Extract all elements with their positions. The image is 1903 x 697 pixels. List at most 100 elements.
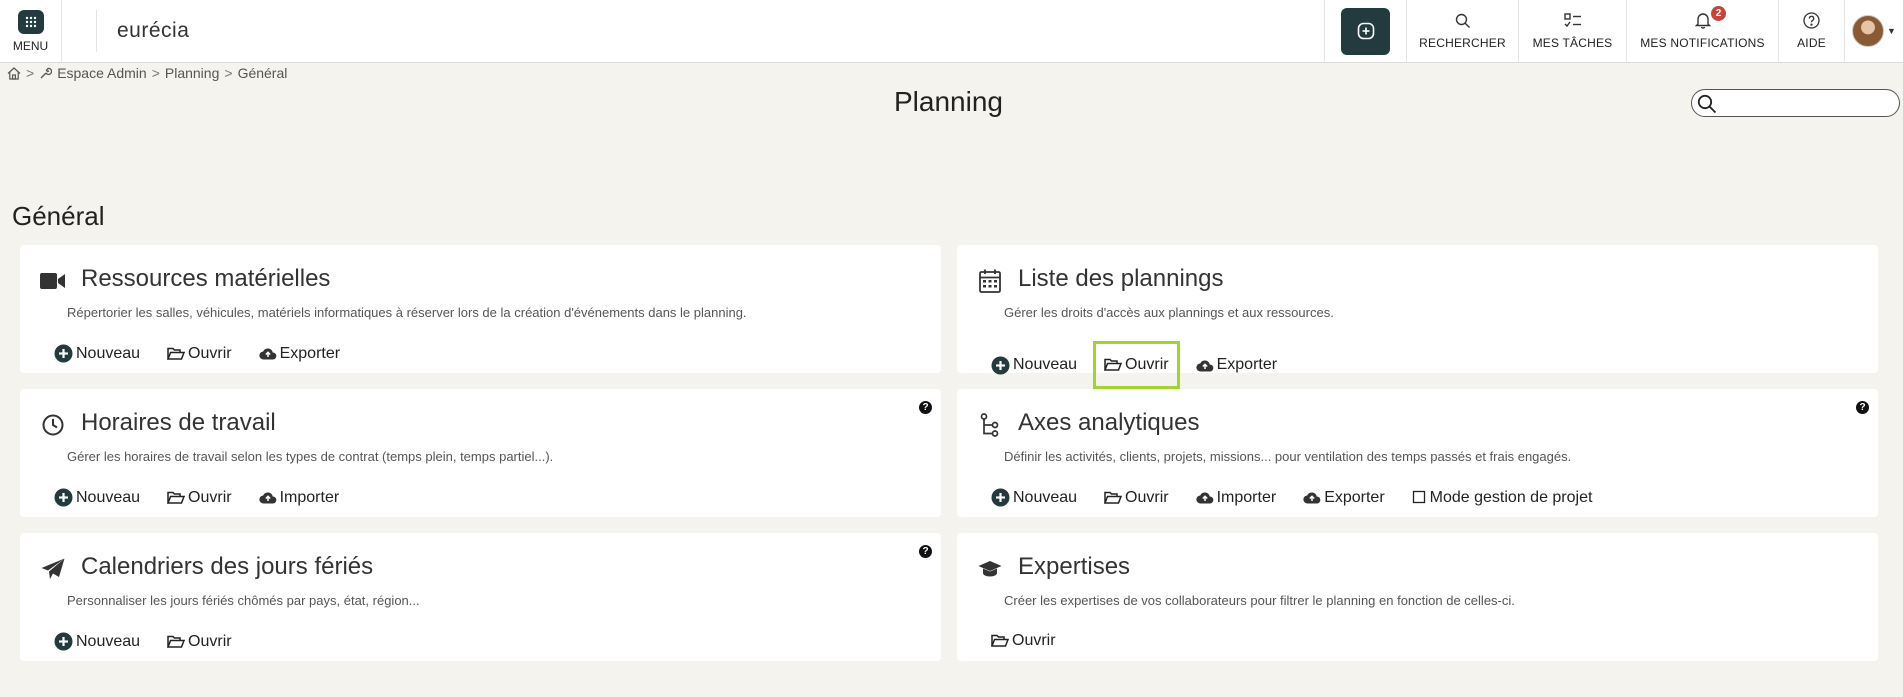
action-label: Nouveau (76, 344, 141, 362)
notifications-nav-button[interactable]: 2 MES NOTIFICATIONS (1627, 0, 1779, 62)
caret-down-icon: ▼ (1887, 26, 1896, 36)
section-title: Général (12, 201, 105, 231)
divider (62, 10, 97, 52)
plus-circle-icon (54, 632, 73, 651)
bell-icon (1694, 13, 1711, 29)
card-title[interactable]: Ressources matérielles (81, 265, 330, 293)
action-label: Importer (279, 488, 340, 506)
nouveau-button[interactable]: Nouveau (991, 488, 1077, 507)
action-label: Ouvrir (1012, 632, 1056, 649)
menu-label: MENU (12, 38, 49, 53)
help-icon[interactable]: ? (919, 401, 932, 414)
card-title[interactable]: Expertises (1018, 553, 1130, 581)
search-icon (1697, 94, 1717, 114)
card-description: Répertorier les salles, véhicules, matér… (67, 305, 747, 320)
card-calendriers-jours-feries: Calendriers des jours fériés ? Personnal… (20, 533, 941, 661)
action-label: Importer (1216, 488, 1277, 506)
help-icon[interactable]: ? (919, 545, 932, 558)
clock-icon (40, 412, 66, 438)
home-icon[interactable] (7, 66, 21, 80)
top-right-toolbar: RECHERCHER MES TÂCHES 2 MES NOTIFICATION… (1324, 0, 1903, 62)
action-label: Nouveau (76, 632, 141, 650)
ouvrir-button[interactable]: Ouvrir (167, 489, 232, 507)
card-axes-analytiques: Axes analytiques ? Définir les activités… (957, 389, 1878, 517)
ouvrir-button[interactable]: Ouvrir (1104, 489, 1169, 507)
nouveau-button[interactable]: Nouveau (54, 632, 140, 651)
page-search (1691, 89, 1900, 117)
brand-logo[interactable]: eurécia (97, 0, 189, 62)
help-nav-label: AIDE (1797, 36, 1826, 50)
nouveau-button[interactable]: Nouveau (991, 356, 1077, 375)
ouvrir-button[interactable]: Ouvrir (991, 632, 1056, 650)
search-icon (1455, 13, 1470, 28)
folder-open-icon (167, 491, 186, 504)
cloud-upload-icon (258, 348, 276, 360)
plus-circle-icon (991, 488, 1010, 507)
card-description: Gérer les horaires de travail selon les … (67, 449, 554, 464)
card-expertises: Expertises Créer les expertises de vos c… (957, 533, 1878, 661)
nouveau-button[interactable]: Nouveau (54, 344, 140, 363)
avatar (1852, 15, 1885, 47)
breadcrumb-separator: > (26, 65, 35, 81)
ouvrir-button[interactable]: Ouvrir (167, 633, 232, 651)
tasks-nav-label: MES TÂCHES (1532, 35, 1613, 50)
breadcrumb-current: Général (237, 65, 288, 81)
folder-open-icon (167, 347, 186, 360)
plus-circle-icon (991, 356, 1010, 374)
ouvrir-button[interactable]: Ouvrir (1093, 341, 1180, 389)
menu-button[interactable]: MENU (0, 0, 62, 62)
grid-icon (17, 9, 44, 34)
wrench-icon (40, 67, 53, 78)
importer-button[interactable]: Importer (258, 488, 340, 507)
notifications-nav-label: MES NOTIFICATIONS (1640, 36, 1765, 50)
card-description: Définir les activités, clients, projets,… (1004, 449, 1572, 464)
paper-plane-icon (40, 556, 66, 582)
folder-open-icon (1104, 491, 1123, 504)
card-horaires-de-travail: Horaires de travail ? Gérer les horaires… (20, 389, 941, 517)
breadcrumb-separator: > (151, 65, 160, 81)
card-description: Gérer les droits d'accès aux plannings e… (1004, 305, 1334, 320)
folder-open-icon (1104, 358, 1123, 371)
folder-open-icon (991, 634, 1009, 647)
folder-open-icon (167, 635, 186, 648)
page-title: Planning (894, 86, 1003, 117)
breadcrumb-separator: > (224, 65, 233, 81)
add-button[interactable] (1341, 7, 1390, 55)
action-label: Ouvrir (1125, 488, 1169, 506)
breadcrumb-planning-link[interactable]: Planning (165, 65, 220, 81)
notifications-count-badge: 2 (1711, 6, 1726, 21)
top-bar: MENU eurécia RECHERCHER MES TÂCHES 2 MES… (0, 0, 1903, 63)
action-label: Nouveau (1013, 488, 1078, 506)
plus-circle-icon (54, 488, 73, 507)
action-label: Nouveau (1013, 356, 1078, 373)
card-description: Personnaliser les jours fériés chômés pa… (67, 593, 420, 608)
exporter-button[interactable]: Exporter (1303, 489, 1385, 507)
exporter-button[interactable]: Exporter (1195, 356, 1278, 374)
checklist-icon (1563, 12, 1581, 27)
tasks-nav-button[interactable]: MES TÂCHES (1519, 0, 1627, 62)
action-label: Exporter (279, 344, 341, 362)
plus-circle-icon (1357, 22, 1374, 40)
action-label: Ouvrir (1125, 356, 1169, 373)
plus-circle-icon (54, 344, 73, 363)
exporter-button[interactable]: Exporter (258, 344, 341, 363)
card-title[interactable]: Axes analytiques (1018, 409, 1199, 437)
help-icon[interactable]: ? (1856, 401, 1869, 414)
ouvrir-button[interactable]: Ouvrir (167, 345, 232, 363)
card-title[interactable]: Liste des plannings (1018, 265, 1223, 293)
help-nav-button[interactable]: AIDE (1779, 0, 1845, 62)
card-title[interactable]: Calendriers des jours fériés (81, 553, 373, 581)
importer-button[interactable]: Importer (1195, 488, 1277, 507)
breadcrumb-admin-link[interactable]: Espace Admin (57, 65, 147, 81)
calendar-icon (977, 268, 1003, 294)
hierarchy-icon (977, 412, 1003, 438)
card-title[interactable]: Horaires de travail (81, 409, 276, 437)
card-liste-des-plannings: Liste des plannings Gérer les droits d'a… (957, 245, 1878, 389)
action-label: Exporter (1216, 356, 1278, 373)
mode-gestion-projet-checkbox[interactable]: Mode gestion de projet (1412, 489, 1592, 507)
search-nav-button[interactable]: RECHERCHER (1407, 0, 1519, 62)
nouveau-button[interactable]: Nouveau (54, 488, 140, 507)
user-menu[interactable]: ▼ (1845, 0, 1903, 62)
search-input[interactable] (1720, 93, 1890, 113)
action-label: Nouveau (76, 488, 141, 506)
